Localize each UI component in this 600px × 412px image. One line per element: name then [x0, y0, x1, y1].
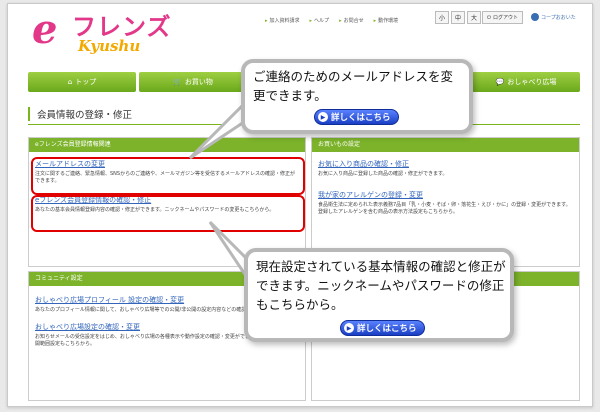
callout-email: ご連絡のためのメールアドレスを変更できます。 ▶ 詳しくはこちら [241, 59, 473, 134]
details-button-email-label: 詳しくはこちら [331, 113, 391, 123]
arrow-right-icon: ▶ [318, 112, 328, 122]
page-frame: e フレンズ Kyushu 加入資料請求 ヘルプ お問合せ 動作環境 小 中 大… [7, 3, 593, 407]
callout-member-info: 現在設定されている基本情報の確認と修正ができます。ニックネームやパスワードの修正… [244, 248, 514, 342]
details-button-member-info[interactable]: ▶ 詳しくはこちら [340, 320, 425, 336]
callout-member-info-text: 現在設定されている基本情報の確認と修正ができます。ニックネームやパスワードの修正… [256, 259, 506, 312]
arrow-right-icon: ▶ [344, 323, 354, 333]
callout-email-text: ご連絡のためのメールアドレスを変更できます。 [253, 69, 454, 103]
details-button-email[interactable]: ▶ 詳しくはこちら [314, 109, 399, 125]
details-button-member-info-label: 詳しくはこちら [357, 324, 417, 334]
